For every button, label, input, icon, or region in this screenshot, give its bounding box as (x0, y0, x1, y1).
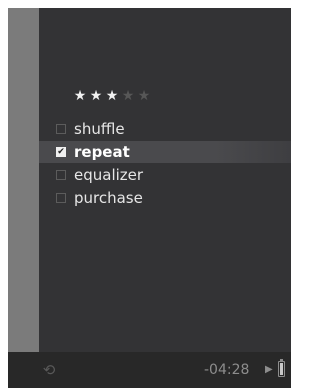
battery-icon (278, 359, 285, 377)
star-rating[interactable]: ★ ★ ★ ★ ★ (73, 86, 151, 106)
menu-item-label: repeat (74, 143, 130, 161)
star-icon[interactable]: ★ (121, 86, 135, 106)
checkbox-icon[interactable] (56, 170, 66, 180)
menu-item-label: shuffle (74, 120, 125, 138)
checkbox-icon[interactable] (56, 193, 66, 203)
menu-item-shuffle[interactable]: shuffle (39, 118, 291, 140)
star-icon[interactable]: ★ (137, 86, 151, 106)
status-bar: ⟲ -04:28 ▶ (8, 352, 291, 388)
star-icon[interactable]: ★ (89, 86, 103, 106)
menu-item-label: purchase (74, 189, 143, 207)
menu-item-equalizer[interactable]: equalizer (39, 164, 291, 186)
star-icon[interactable]: ★ (105, 86, 119, 106)
play-icon: ▶ (265, 364, 273, 375)
battery-level (280, 363, 283, 375)
menu-item-label: equalizer (74, 166, 144, 184)
player-screen: ★ ★ ★ ★ ★ shuffle ✔ repeat equalizer pur… (8, 8, 291, 388)
sync-icon: ⟲ (42, 361, 56, 379)
star-icon[interactable]: ★ (73, 86, 87, 106)
checkbox-icon[interactable]: ✔ (56, 147, 66, 157)
menu-item-purchase[interactable]: purchase (39, 187, 291, 209)
side-strip (8, 8, 39, 352)
time-remaining: -04:28 (204, 362, 250, 378)
checkbox-icon[interactable] (56, 124, 66, 134)
menu-item-repeat[interactable]: ✔ repeat (39, 141, 291, 163)
